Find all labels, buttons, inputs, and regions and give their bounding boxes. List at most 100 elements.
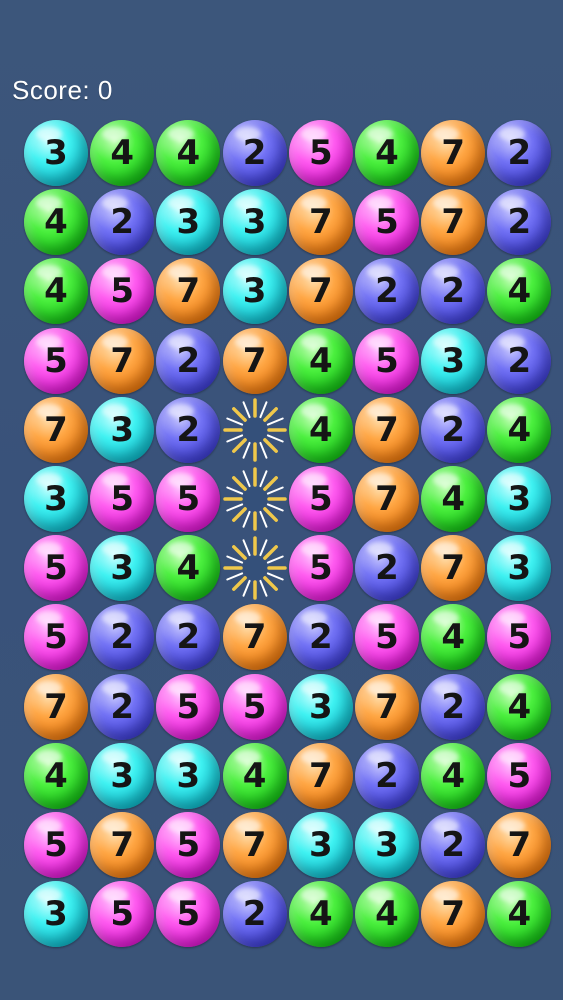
ball-tile[interactable]: 2 — [487, 120, 552, 186]
ball-tile[interactable]: 4 — [487, 881, 552, 948]
ball-tile[interactable]: 4 — [487, 396, 552, 463]
ball-tile[interactable]: 5 — [355, 604, 419, 671]
ball-tile[interactable]: 7 — [156, 258, 221, 325]
ball-tile[interactable]: 2 — [156, 396, 221, 463]
ball-tile[interactable]: 3 — [90, 396, 155, 463]
ball-tile[interactable]: 2 — [421, 258, 486, 325]
ball-tile[interactable]: 4 — [90, 120, 155, 186]
ball-tile[interactable]: 4 — [24, 742, 88, 809]
ball-tile[interactable]: 5 — [487, 742, 552, 809]
ball-tile[interactable]: 2 — [421, 673, 486, 740]
ball-tile[interactable]: 2 — [421, 812, 486, 878]
ball-tile[interactable]: 5 — [288, 120, 353, 186]
ball-tile[interactable]: 2 — [355, 258, 419, 325]
ball-tile[interactable]: 5 — [288, 535, 353, 602]
ball-tile[interactable]: 2 — [222, 120, 287, 186]
ball-tile[interactable]: 7 — [288, 742, 353, 809]
ball-tile[interactable]: 5 — [24, 604, 88, 671]
ball-number: 7 — [375, 479, 399, 519]
ball-tile[interactable]: 3 — [355, 812, 419, 878]
ball-tile[interactable]: 2 — [355, 742, 419, 809]
ball-tile[interactable]: 5 — [288, 466, 353, 532]
ball-tile[interactable]: 5 — [222, 673, 287, 740]
ball-tile[interactable]: 4 — [288, 396, 353, 463]
ball-tile[interactable]: 5 — [156, 812, 221, 878]
ball-tile[interactable]: 7 — [355, 396, 419, 463]
ball-tile[interactable]: 2 — [487, 189, 552, 256]
ball-tile[interactable]: 5 — [156, 466, 221, 532]
ball-tile[interactable]: 7 — [90, 327, 155, 394]
ball-tile[interactable]: 3 — [156, 189, 221, 256]
ball-tile[interactable]: 3 — [90, 535, 155, 602]
ball-tile[interactable]: 4 — [421, 466, 486, 532]
ball-tile[interactable]: 4 — [288, 327, 353, 394]
ball-tile[interactable]: 7 — [421, 120, 486, 186]
ball-tile[interactable]: 4 — [421, 742, 486, 809]
ball-tile[interactable]: 3 — [222, 258, 287, 325]
ball-tile[interactable]: 7 — [421, 881, 486, 948]
ball-tile[interactable]: 7 — [355, 466, 419, 532]
ball-tile[interactable]: 3 — [24, 120, 88, 186]
ball-tile[interactable]: 3 — [24, 881, 88, 948]
ball-tile[interactable]: 3 — [288, 673, 353, 740]
ball-tile[interactable]: 7 — [24, 673, 88, 740]
ball-tile[interactable]: 2 — [487, 327, 552, 394]
ball-tile[interactable]: 5 — [487, 604, 552, 671]
ball-tile[interactable]: 5 — [90, 881, 155, 948]
ball-tile[interactable]: 3 — [421, 327, 486, 394]
ball-tile[interactable]: 3 — [24, 466, 88, 532]
ball-tile[interactable]: 3 — [222, 189, 287, 256]
ball-tile[interactable]: 4 — [355, 881, 419, 948]
ball-tile[interactable]: 7 — [421, 535, 486, 602]
ball-tile[interactable]: 7 — [24, 396, 88, 463]
ball-tile[interactable]: 7 — [222, 327, 287, 394]
ball-tile[interactable]: 4 — [156, 120, 221, 186]
ball-tile[interactable]: 5 — [355, 327, 419, 394]
ball-tile[interactable]: 5 — [355, 189, 419, 256]
ball-tile[interactable]: 2 — [90, 189, 155, 256]
ball-tile[interactable]: 4 — [487, 258, 552, 325]
ball-tile[interactable]: 2 — [90, 673, 155, 740]
ball-tile[interactable]: 7 — [288, 189, 353, 256]
ball-tile[interactable]: 5 — [156, 881, 221, 948]
ball-number: 3 — [308, 825, 333, 865]
ball-tile[interactable]: 5 — [90, 466, 155, 532]
ball-tile[interactable]: 7 — [222, 604, 287, 671]
ball-tile[interactable]: 2 — [222, 881, 287, 948]
ball-tile[interactable]: 5 — [156, 673, 221, 740]
ball-tile[interactable]: 2 — [90, 604, 155, 671]
ball-tile[interactable]: 7 — [288, 258, 353, 325]
ball-tile[interactable]: 4 — [222, 742, 287, 809]
ball-tile[interactable]: 2 — [156, 327, 221, 394]
ball-tile[interactable]: 2 — [156, 604, 221, 671]
ball-number: 3 — [507, 479, 532, 519]
ball-tile[interactable]: 7 — [421, 189, 486, 256]
ball-tile[interactable]: 5 — [90, 258, 155, 325]
ball-tile[interactable]: 7 — [90, 812, 155, 878]
ball-tile[interactable]: 4 — [487, 673, 552, 740]
ball-tile[interactable]: 3 — [487, 535, 552, 602]
ball-tile[interactable]: 4 — [288, 881, 353, 948]
ball-tile[interactable]: 3 — [156, 742, 221, 809]
ball-tile[interactable]: 4 — [24, 258, 88, 325]
ball-tile[interactable]: 7 — [355, 673, 419, 740]
ball-tile[interactable]: 5 — [24, 327, 88, 394]
ball-tile[interactable]: 3 — [90, 742, 155, 809]
ball-tile[interactable]: 4 — [421, 604, 486, 671]
ball-tile[interactable]: 2 — [421, 396, 486, 463]
ball-number: 4 — [441, 617, 466, 658]
ball-number: 4 — [507, 686, 532, 727]
ball-tile[interactable]: 3 — [487, 466, 552, 532]
ball-tile[interactable]: 5 — [24, 812, 88, 878]
ball-number: 5 — [110, 894, 135, 935]
ball-tile[interactable]: 2 — [288, 604, 353, 671]
ball-tile[interactable]: 4 — [355, 120, 419, 186]
ball-tile[interactable]: 7 — [487, 812, 552, 878]
ball-tile[interactable]: 7 — [222, 812, 287, 878]
ball-tile[interactable]: 5 — [24, 535, 88, 602]
ball-tile[interactable]: 2 — [355, 535, 419, 602]
ball-number: 2 — [176, 617, 201, 658]
ball-tile[interactable]: 4 — [156, 535, 221, 602]
ball-tile[interactable]: 4 — [24, 189, 88, 256]
ball-tile[interactable]: 3 — [288, 812, 353, 878]
